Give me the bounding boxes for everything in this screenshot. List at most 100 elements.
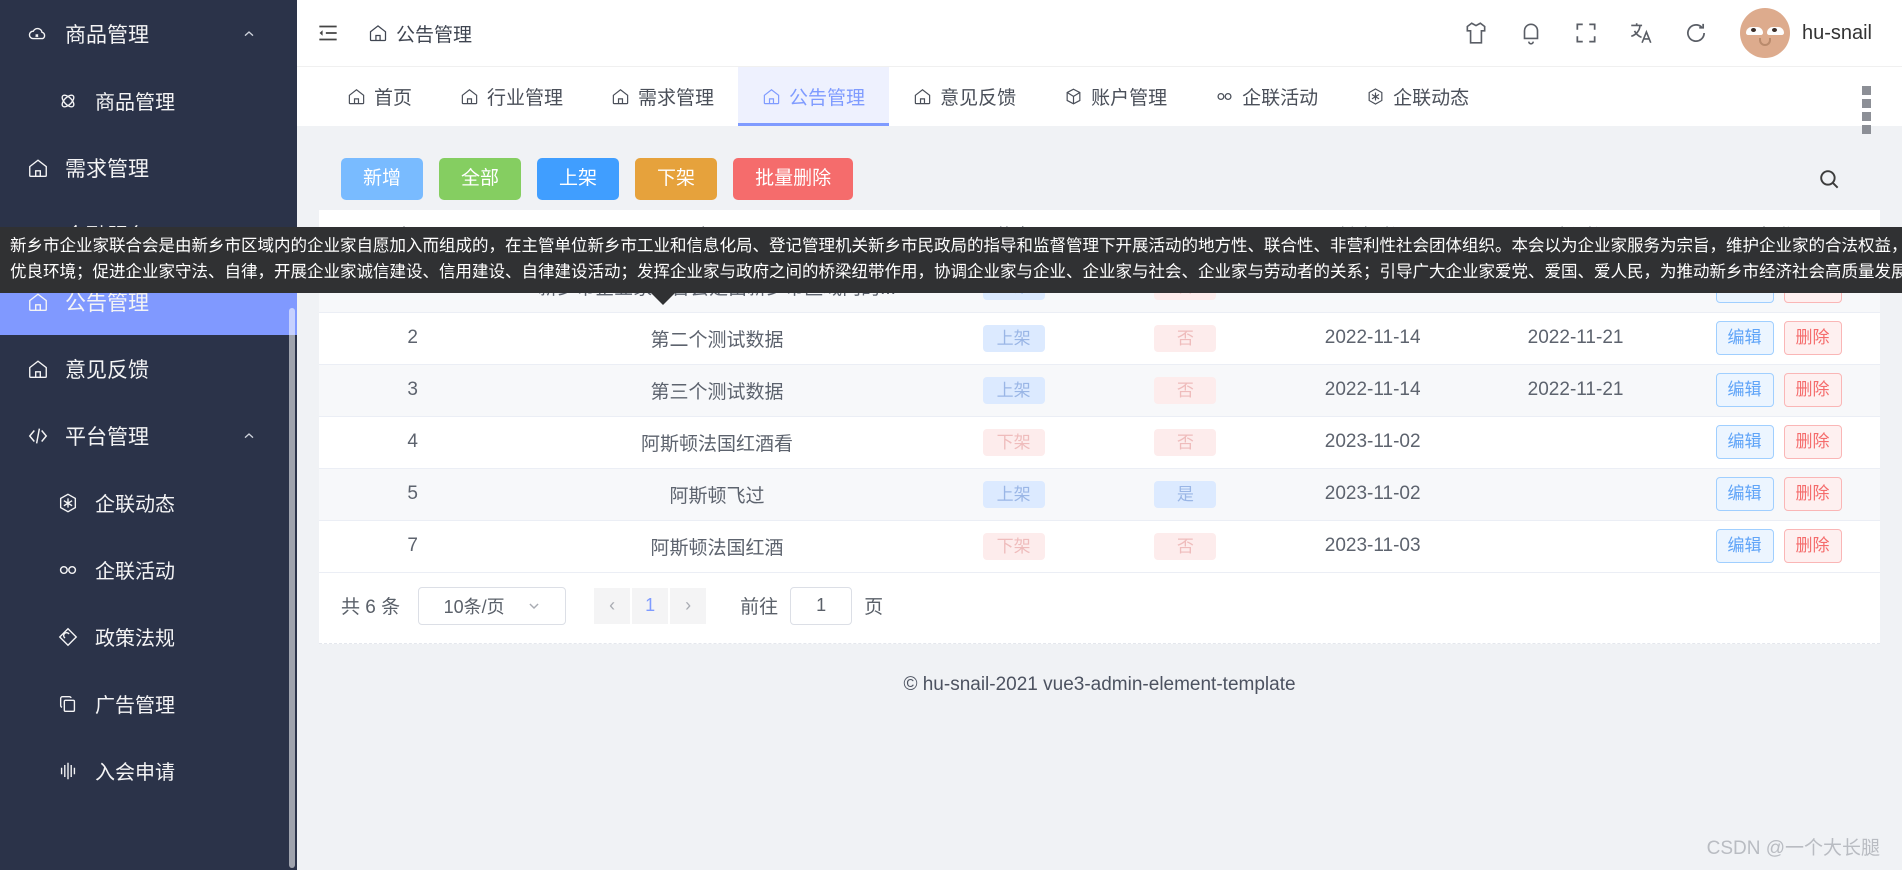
sidebar-scroll-area[interactable]: 商品管理商品管理需求管理金融服务公告管理意见反馈平台管理企联动态企联活动政策法规… [0, 0, 297, 870]
home-icon [611, 87, 630, 106]
tooltip-line-2: 优良环境；促进企业家守法、自律，开展企业家诚信建设、信用建设、自律建设活动；发挥… [10, 263, 1902, 281]
tab-7[interactable]: 企联动态 [1342, 67, 1493, 126]
copy-icon [55, 691, 81, 717]
hexagon-icon [1366, 87, 1385, 106]
table-row[interactable]: 7 阿斯顿法国红酒 下架 否 2023-11-03 编辑 删除 [319, 520, 1880, 573]
cell-status: 下架 [927, 520, 1100, 573]
sidebar-scrollbar[interactable] [289, 308, 295, 868]
sidebar-item-9[interactable]: 政策法规 [0, 603, 297, 670]
toolbar-button-2[interactable]: 上架 [537, 158, 620, 200]
status-badge: 下架 [982, 428, 1045, 456]
sidebar-item-7[interactable]: 企联动态 [0, 469, 297, 536]
delete-button[interactable]: 删除 [1783, 476, 1842, 512]
toolbar-button-4[interactable]: 批量删除 [733, 158, 854, 200]
grid-icon[interactable] [1862, 85, 1884, 134]
cell-updated: 2022-11-21 [1474, 312, 1678, 365]
toolbar-button-3[interactable]: 下架 [635, 158, 718, 200]
tooltip-line-1: 新乡市企业家联合会是由新乡市区域内的企业家自愿加入而组成的，在主管单位新乡市工业… [10, 237, 1902, 255]
cell-actions: 编辑删除 [1677, 520, 1880, 573]
cell-updated [1474, 416, 1678, 469]
top-badge: 是 [1154, 480, 1217, 508]
sidebar-item-2[interactable]: 需求管理 [0, 134, 297, 201]
hexagon-icon [55, 490, 81, 516]
app-root: 商品管理商品管理需求管理金融服务公告管理意见反馈平台管理企联动态企联活动政策法规… [0, 0, 1902, 870]
cell-actions: 编辑删除 [1677, 416, 1880, 469]
tab-4[interactable]: 意见反馈 [889, 67, 1040, 126]
tab-5[interactable]: 账户管理 [1040, 67, 1191, 126]
search-icon[interactable] [1816, 166, 1842, 192]
edit-button[interactable]: 编辑 [1715, 528, 1774, 564]
table-row[interactable]: 4 阿斯顿法国红酒看 下架 否 2023-11-02 编辑 删除 [319, 416, 1880, 469]
page-size-select[interactable]: 10条/页 [418, 586, 567, 625]
navbar-actions: hu-snail [1463, 8, 1872, 58]
table-row[interactable]: 3 第三个测试数据 上架否 2022-11-14 2022-11-21 编辑 删除 [319, 364, 1880, 417]
sidebar-item-0[interactable]: 商品管理 [0, 0, 297, 67]
watermark: CSDN @一个大长腿 [1706, 838, 1880, 859]
username-label: hu-snail [1801, 21, 1872, 44]
sidebar-item-label: 需求管理 [65, 157, 149, 181]
cell-status: 下架 [927, 416, 1100, 469]
shirt-icon[interactable] [1463, 20, 1489, 46]
tab-label: 首页 [374, 88, 413, 109]
cell-title: 第三个测试数据 [506, 364, 928, 417]
cell-actions: 编辑删除 [1677, 364, 1880, 417]
tab-6[interactable]: 企联活动 [1191, 67, 1342, 126]
edit-button[interactable]: 编辑 [1715, 476, 1774, 512]
toolbar-button-1[interactable]: 全部 [439, 158, 522, 200]
tab-2[interactable]: 需求管理 [587, 67, 738, 126]
tab-3[interactable]: 公告管理 [738, 67, 890, 126]
next-page-button[interactable]: › [670, 587, 707, 624]
top-badge: 否 [1154, 324, 1217, 352]
delete-button[interactable]: 删除 [1783, 424, 1842, 460]
breadcrumb-label: 公告管理 [396, 24, 473, 46]
sidebar-item-label: 商品管理 [95, 92, 175, 114]
tab-label: 行业管理 [487, 88, 564, 109]
sidebar-item-label: 企联动态 [95, 494, 175, 516]
sidebar-item-6[interactable]: 平台管理 [0, 402, 297, 469]
home-icon [762, 87, 781, 106]
cell-status: 上架 [927, 312, 1100, 365]
bell-icon[interactable] [1518, 20, 1544, 46]
cell-updated [1474, 468, 1678, 521]
cell-status: 上架 [927, 468, 1100, 521]
edit-button[interactable]: 编辑 [1715, 320, 1774, 356]
page-jumper: 前往 页 [740, 586, 883, 625]
page-buttons: ‹ 1 › [594, 587, 708, 624]
chevron-up-icon [241, 428, 257, 444]
delete-button[interactable]: 删除 [1783, 372, 1842, 408]
cell-created: 2023-11-02 [1271, 416, 1475, 469]
sidebar-item-1[interactable]: 商品管理 [0, 67, 297, 134]
delete-button[interactable]: 删除 [1783, 320, 1842, 356]
action-toolbar: 新增 全部 上架 下架 批量删除 [319, 148, 1880, 210]
fullscreen-icon[interactable] [1573, 20, 1599, 46]
delete-button[interactable]: 删除 [1783, 528, 1842, 564]
collapse-menu-icon[interactable] [315, 20, 341, 46]
sidebar-item-10[interactable]: 广告管理 [0, 670, 297, 737]
cell-id: 2 [319, 312, 507, 365]
tab-0[interactable]: 首页 [323, 67, 436, 126]
prev-page-button[interactable]: ‹ [594, 587, 631, 624]
toolbar-button-0[interactable]: 新增 [341, 158, 424, 200]
sidebar-item-5[interactable]: 意见反馈 [0, 335, 297, 402]
top-badge: 否 [1154, 376, 1217, 404]
status-badge: 下架 [982, 532, 1045, 560]
jump-page-input[interactable] [790, 586, 853, 625]
status-badge: 上架 [982, 324, 1045, 352]
sidebar-item-8[interactable]: 企联活动 [0, 536, 297, 603]
table-row[interactable]: 5 阿斯顿飞过 上架 是 2023-11-02 编辑 删除 [319, 468, 1880, 521]
main-area: 公告管理 hu-snail 首页 行业管理 需求管理 公告管理 意见反馈 账户管… [297, 0, 1902, 870]
edit-button[interactable]: 编辑 [1715, 424, 1774, 460]
cell-id: 4 [319, 416, 507, 469]
page-number-1[interactable]: 1 [632, 587, 669, 624]
infinity-icon [55, 557, 81, 583]
edit-button[interactable]: 编辑 [1715, 372, 1774, 408]
refresh-icon[interactable] [1683, 20, 1709, 46]
user-menu[interactable]: hu-snail [1739, 8, 1872, 58]
table-row[interactable]: 2 第二个测试数据 上架否 2022-11-14 2022-11-21 编辑 删除 [319, 312, 1880, 365]
tab-1[interactable]: 行业管理 [436, 67, 587, 126]
bars-icon [55, 758, 81, 784]
sidebar-item-11[interactable]: 入会申请 [0, 737, 297, 804]
sidebar: 商品管理商品管理需求管理金融服务公告管理意见反馈平台管理企联动态企联活动政策法规… [0, 0, 297, 870]
pagination-total: 共 6 条 [341, 597, 401, 618]
translate-icon[interactable] [1628, 20, 1654, 46]
